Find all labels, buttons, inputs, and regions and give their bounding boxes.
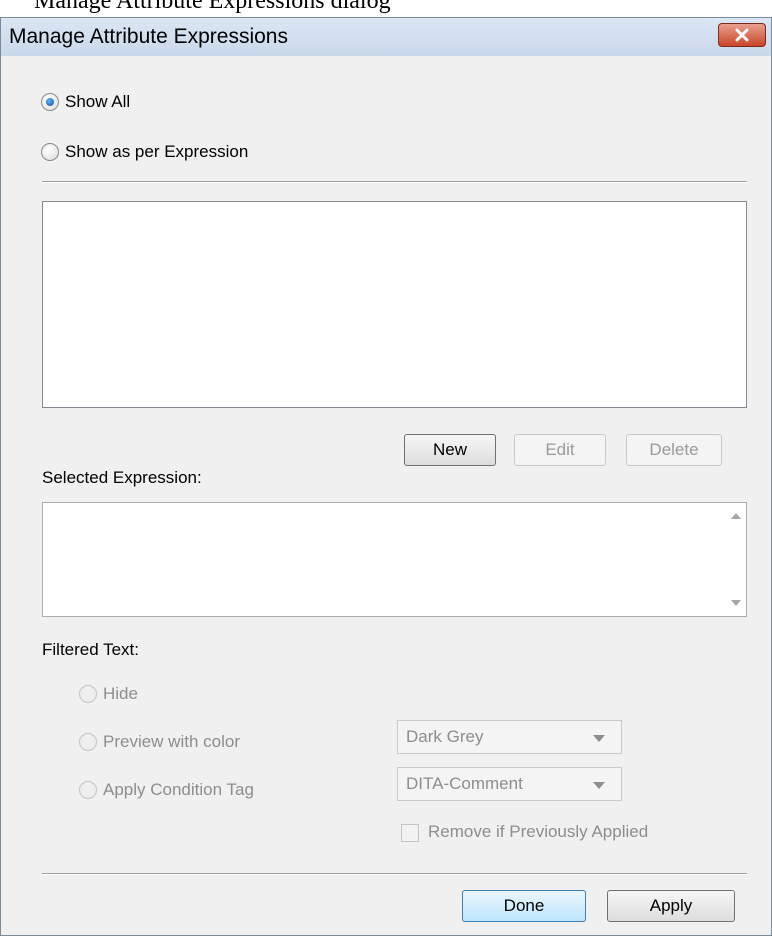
chevron-down-icon — [593, 735, 605, 742]
selected-expression-field[interactable] — [42, 502, 747, 617]
divider-top — [42, 181, 747, 183]
document-caption-text: Manage Attribute Expressions dialog — [34, 0, 391, 14]
radio-show-all-label: Show All — [65, 92, 131, 111]
radio-show-as-per-expression[interactable]: Show as per Expression — [41, 142, 248, 162]
manage-attribute-expressions-dialog: Manage Attribute Expressions Show All Sh… — [0, 17, 772, 936]
radio-hide[interactable]: Hide — [79, 684, 138, 704]
apply-button[interactable]: Apply — [607, 890, 735, 922]
radio-show-as-per-expression-button[interactable] — [41, 143, 59, 161]
filtered-text-label: Filtered Text: — [42, 640, 140, 659]
color-select[interactable]: Dark Grey — [397, 720, 622, 754]
radio-hide-label: Hide — [103, 684, 138, 703]
divider-bottom — [42, 873, 747, 875]
close-button[interactable] — [718, 23, 766, 47]
radio-preview-with-color-button[interactable] — [79, 733, 97, 751]
radio-show-as-per-expression-label: Show as per Expression — [65, 142, 249, 161]
radio-preview-with-color-label: Preview with color — [103, 732, 240, 751]
remove-if-previously-applied-label: Remove if Previously Applied — [428, 822, 649, 841]
scroll-up-icon[interactable] — [731, 513, 741, 519]
delete-button[interactable]: Delete — [626, 434, 722, 466]
radio-apply-condition-tag-button[interactable] — [79, 781, 97, 799]
edit-button[interactable]: Edit — [514, 434, 606, 466]
new-button[interactable]: New — [404, 434, 496, 466]
radio-apply-condition-tag-label: Apply Condition Tag — [103, 780, 254, 799]
color-select-value: Dark Grey — [406, 727, 484, 746]
vertical-scrollbar[interactable] — [726, 503, 746, 616]
done-button[interactable]: Done — [462, 890, 586, 922]
radio-show-all-button[interactable] — [41, 93, 59, 111]
radio-preview-with-color[interactable]: Preview with color — [79, 732, 240, 752]
chevron-down-icon — [593, 782, 605, 789]
remove-if-previously-applied-checkbox[interactable] — [401, 824, 419, 842]
radio-hide-button[interactable] — [79, 685, 97, 703]
condition-tag-select-value: DITA-Comment — [406, 774, 523, 793]
condition-tag-select[interactable]: DITA-Comment — [397, 767, 622, 801]
selected-expression-label: Selected Expression: — [42, 468, 202, 487]
scroll-down-icon[interactable] — [731, 600, 741, 606]
title-bar: Manage Attribute Expressions — [1, 18, 771, 56]
dialog-title: Manage Attribute Expressions — [9, 25, 288, 48]
radio-apply-condition-tag[interactable]: Apply Condition Tag — [79, 780, 254, 800]
close-icon — [735, 28, 749, 42]
radio-show-all[interactable]: Show All — [41, 92, 130, 112]
expression-list[interactable] — [42, 201, 747, 408]
